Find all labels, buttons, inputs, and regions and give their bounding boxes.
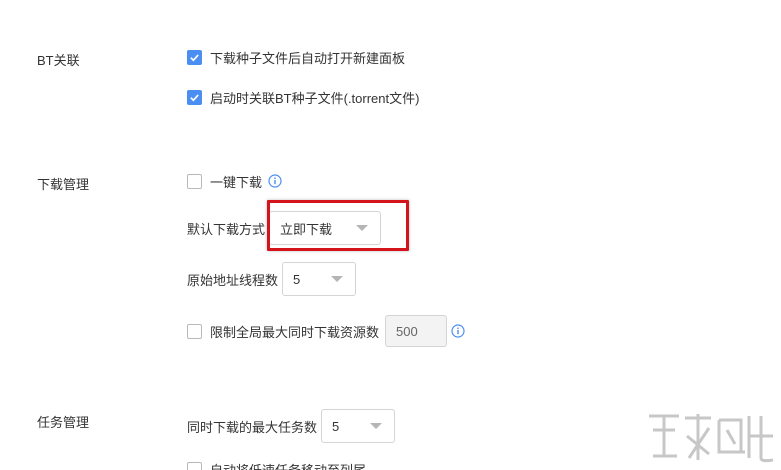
info-icon[interactable]	[451, 324, 465, 338]
checkbox-label-one-click: 一键下载	[210, 174, 263, 190]
limit-resources-value: 500	[396, 323, 418, 339]
checkmark-icon	[190, 53, 199, 61]
threads-row: 原始地址线程数 5	[187, 262, 357, 296]
chevron-down-icon	[370, 423, 383, 429]
max-tasks-row: 同时下载的最大任务数 5	[187, 409, 396, 443]
threads-select[interactable]: 5	[282, 262, 357, 296]
checkbox-limit-resources[interactable]	[187, 323, 202, 339]
max-tasks-value: 5	[332, 418, 340, 434]
checkmark-icon	[190, 93, 199, 101]
limit-resources-input[interactable]: 500	[385, 315, 448, 347]
section-label-task: 任务管理	[37, 415, 90, 430]
checkbox-open-panel[interactable]	[187, 49, 202, 65]
checkbox-row-open-panel[interactable]: 下载种子文件后自动打开新建面板	[187, 46, 405, 68]
section-label-download: 下载管理	[37, 177, 90, 192]
info-icon[interactable]	[268, 174, 282, 188]
checkbox-row-auto-move[interactable]: 自动将低速任务移动至列尾	[187, 458, 366, 470]
checkbox-row-associate-bt[interactable]: 启动时关联BT种子文件(.torrent文件)	[187, 86, 419, 108]
max-tasks-label: 同时下载的最大任务数	[187, 419, 318, 435]
checkbox-label-open-panel: 下载种子文件后自动打开新建面板	[210, 50, 406, 66]
checkbox-row-one-click[interactable]: 一键下载	[187, 170, 282, 192]
threads-label: 原始地址线程数	[187, 272, 279, 288]
chevron-down-icon	[331, 276, 344, 282]
checkbox-label-associate-bt: 启动时关联BT种子文件(.torrent文件)	[210, 90, 420, 106]
checkbox-associate-bt[interactable]	[187, 89, 202, 105]
checkbox-label-auto-move: 自动将低速任务移动至列尾	[210, 462, 367, 470]
limit-row: 限制全局最大同时下载资源数 500	[187, 314, 465, 348]
default-mode-label: 默认下载方式	[187, 221, 266, 237]
max-tasks-select[interactable]: 5	[321, 409, 396, 443]
highlight-annotation-box	[267, 200, 409, 251]
watermark-logo	[649, 414, 774, 463]
checkbox-one-click[interactable]	[187, 173, 202, 189]
threads-value: 5	[293, 271, 301, 287]
checkbox-auto-move[interactable]	[187, 461, 202, 470]
section-label-bt: BT关联	[37, 53, 80, 68]
limit-label: 限制全局最大同时下载资源数	[210, 324, 380, 340]
